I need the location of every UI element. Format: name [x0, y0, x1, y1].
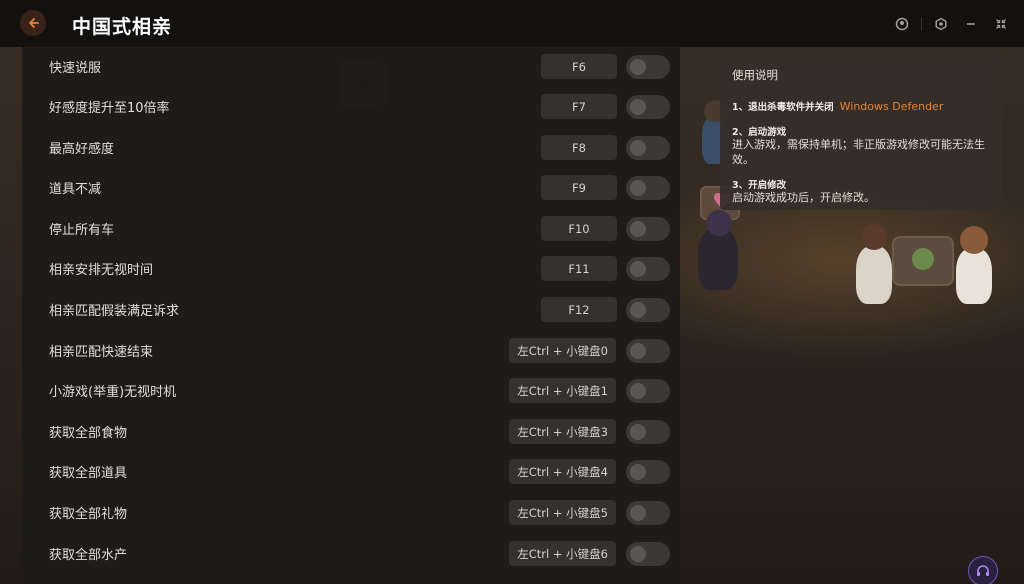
cheat-label: 最高好感度	[49, 142, 115, 157]
hotkey-button[interactable]: F11	[541, 256, 617, 281]
hotkey-button[interactable]: 左Ctrl + 小键盘0	[509, 338, 616, 363]
cheat-label: 相亲匹配快速结束	[49, 345, 154, 360]
minimize-icon	[967, 23, 975, 25]
hotkey-button[interactable]: F6	[541, 54, 617, 79]
toggle-knob	[630, 546, 646, 562]
cheat-toggle[interactable]	[626, 542, 670, 566]
cheat-toggle[interactable]	[626, 298, 670, 322]
toggle-knob	[630, 424, 646, 440]
separator	[921, 17, 922, 31]
toggle-knob	[630, 221, 646, 237]
instructions-box: 使用说明 1、退出杀毒软件并关闭 Windows Defender 2、启动游戏 …	[720, 57, 1002, 210]
cheat-row: 最高好感度 F8	[22, 128, 680, 168]
instruction-step-1: 1、退出杀毒软件并关闭 Windows Defender	[732, 95, 990, 114]
instructions-title: 使用说明	[732, 68, 778, 82]
app-title: 中国式相亲	[72, 16, 173, 38]
hotkey-button[interactable]: F8	[541, 135, 617, 160]
cheat-toggle[interactable]	[626, 420, 670, 444]
hotkey-button[interactable]: 左Ctrl + 小键盘1	[509, 378, 616, 403]
toggle-knob	[630, 383, 646, 399]
cheat-row: 获取全部礼物 左Ctrl + 小键盘5	[22, 493, 680, 533]
cheat-row: 相亲匹配假装满足诉求 F12	[22, 290, 680, 330]
toggle-knob	[630, 261, 646, 277]
toggle-knob	[630, 343, 646, 359]
user-button[interactable]	[887, 12, 917, 36]
cheat-row: 获取全部道具 左Ctrl + 小键盘4	[22, 452, 680, 492]
cheat-toggle[interactable]	[626, 339, 670, 363]
hotkey-button[interactable]: 左Ctrl + 小键盘3	[509, 419, 616, 444]
collapse-icon	[996, 19, 1006, 29]
scene-plant-sign	[892, 236, 954, 286]
instruction-step-2: 2、启动游戏 进入游戏，需保持单机；非正版游戏修改可能无法生效。	[732, 124, 990, 167]
cheat-label: 获取全部道具	[49, 466, 128, 481]
hotkey-button[interactable]: F10	[541, 216, 617, 241]
cheat-label: 停止所有车	[49, 223, 115, 238]
cheat-row: 道具不减 F9	[22, 168, 680, 208]
cheat-row: 获取全部食物 左Ctrl + 小键盘3	[22, 412, 680, 452]
cheat-toggle[interactable]	[626, 217, 670, 241]
cheat-row: 小游戏(举重)无视时机 左Ctrl + 小键盘1	[22, 371, 680, 411]
cheat-label: 获取全部食物	[49, 426, 128, 441]
back-arrow-icon	[29, 18, 39, 28]
cheat-toggle[interactable]	[626, 379, 670, 403]
toggle-knob	[630, 180, 646, 196]
cheat-label: 快速说服	[49, 61, 102, 76]
cheat-toggle[interactable]	[626, 501, 670, 525]
settings-button[interactable]	[926, 12, 956, 36]
hotkey-button[interactable]: 左Ctrl + 小键盘6	[509, 541, 616, 566]
cheat-row: 快速说服 F6	[22, 47, 680, 87]
toggle-knob	[630, 59, 646, 75]
step-title: 1、退出杀毒软件并关闭	[732, 102, 834, 113]
scene-character	[856, 224, 892, 304]
collapse-button[interactable]	[986, 12, 1016, 36]
settings-icon	[935, 17, 947, 31]
cheat-list-panel: 快速说服 F6 好感度提升至10倍率 F7 最高好感度 F8 道具不减 F9 停…	[22, 47, 680, 584]
step-body: 启动游戏成功后，开启修改。	[732, 190, 875, 204]
toggle-knob	[630, 505, 646, 521]
cheat-label: 小游戏(举重)无视时机	[49, 385, 177, 400]
cheat-label: 道具不减	[49, 182, 102, 197]
highlight-text: Windows Defender	[839, 100, 944, 113]
toggle-knob	[630, 464, 646, 480]
hotkey-button[interactable]: F9	[541, 175, 617, 200]
back-button[interactable]	[20, 10, 46, 36]
support-button[interactable]	[968, 556, 998, 584]
toggle-knob	[630, 99, 646, 115]
hotkey-button[interactable]: F12	[541, 297, 617, 322]
headset-icon	[977, 565, 989, 576]
scene-character	[698, 210, 738, 290]
toggle-knob	[630, 140, 646, 156]
step-title: 2、启动游戏	[732, 127, 787, 139]
cheat-label: 获取全部礼物	[49, 507, 128, 522]
cheat-label: 相亲安排无视时间	[49, 263, 154, 278]
cheat-toggle[interactable]	[626, 257, 670, 281]
cheat-label: 好感度提升至10倍率	[49, 101, 170, 116]
cheat-row: 相亲匹配快速结束 左Ctrl + 小键盘0	[22, 331, 680, 371]
cheat-row: 获取全部水产 左Ctrl + 小键盘6	[22, 534, 680, 574]
cheat-label: 相亲匹配假装满足诉求	[49, 304, 180, 319]
instruction-step-3: 3、开启修改 启动游戏成功后，开启修改。	[732, 177, 990, 205]
hotkey-button[interactable]: F7	[541, 94, 617, 119]
cheat-toggle[interactable]	[626, 176, 670, 200]
cheat-row: 相亲安排无视时间 F11	[22, 249, 680, 289]
hotkey-button[interactable]: 左Ctrl + 小键盘5	[509, 500, 616, 525]
cheat-row: 好感度提升至10倍率 F7	[22, 87, 680, 127]
cheat-row: 停止所有车 F10	[22, 209, 680, 249]
cheat-toggle[interactable]	[626, 95, 670, 119]
minimize-button[interactable]	[956, 12, 986, 36]
toggle-knob	[630, 302, 646, 318]
cheat-toggle[interactable]	[626, 136, 670, 160]
hotkey-button[interactable]: 左Ctrl + 小键盘4	[509, 459, 616, 484]
step-body: 进入游戏，需保持单机；非正版游戏修改可能无法生效。	[732, 138, 985, 166]
window-controls	[887, 12, 1016, 36]
step-title: 3、开启修改	[732, 179, 787, 191]
user-icon	[895, 17, 909, 31]
cheat-label: 获取全部水产	[49, 548, 128, 563]
scene-character	[956, 226, 992, 304]
cheat-toggle[interactable]	[626, 460, 670, 484]
cheat-toggle[interactable]	[626, 55, 670, 79]
title-bar: 中国式相亲	[0, 0, 1024, 47]
